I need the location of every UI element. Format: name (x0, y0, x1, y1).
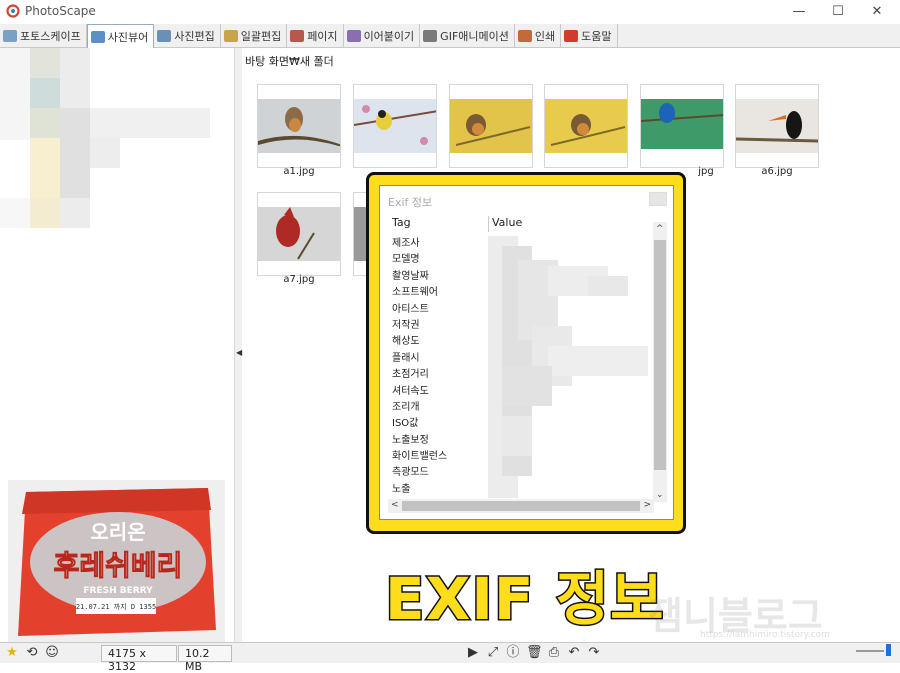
exif-info-window: Exif 정보 Tag Value 제조사 모델명 촬영날짜 소프트웨어 아티스트 저작권… (379, 185, 674, 520)
exif-window-title: Exif 정보 (388, 196, 433, 209)
close-icon: ✕ (871, 3, 883, 19)
scroll-thumb[interactable] (654, 240, 666, 470)
tab-5[interactable]: 이어붙이기 (343, 24, 421, 47)
rotate-left-icon[interactable]: ↶ (566, 645, 582, 661)
thumbnail-2[interactable] (353, 84, 437, 168)
tab-7[interactable]: 인쇄 (514, 24, 562, 47)
thumbnail-label: a7.jpg (283, 274, 315, 285)
scroll-thumb-horizontal[interactable] (402, 501, 640, 511)
thumbnail-image (736, 85, 818, 167)
tab-label: 포토스케이프 (20, 29, 81, 43)
preview-date: 21.07.21 까지 D 1355 (76, 602, 156, 611)
window-title: PhotoScape (25, 4, 96, 18)
tab-3[interactable]: 일괄편집 (220, 24, 288, 47)
tab-label: 도움말 (581, 29, 612, 43)
rotate-icon[interactable]: ⟲ (24, 645, 40, 661)
photo-preview: 오리온 후레쉬베리 FRESH BERRY 21.07.21 까지 D 1355 (8, 480, 225, 642)
slideshow-icon[interactable]: ▶ (465, 645, 481, 661)
watermark-url: https://iamhimiro.tistory.com (700, 630, 830, 640)
exif-highlight-frame: Exif 정보 Tag Value 제조사 모델명 촬영날짜 소프트웨어 아티스트 저작권… (366, 172, 686, 534)
zoom-slider-knob[interactable] (886, 644, 891, 656)
thumbnail-6[interactable] (735, 84, 819, 168)
preview-product: 후레쉬베리 (54, 549, 183, 582)
batch-icon (223, 29, 238, 42)
people-icon[interactable]: ☺ (44, 645, 60, 661)
tab-6[interactable]: GIF애니메이션 (420, 24, 515, 47)
thumbnail-3[interactable] (449, 84, 533, 168)
viewer-icon (90, 30, 105, 43)
gif-icon (423, 29, 438, 42)
status-bar: ★ ⟲ ☺ 4175 x 3132 10.2 MB ▶ ⤢ ⓘ 🗑 ⎙ ↶ ↷ (0, 642, 900, 673)
column-header-tag[interactable]: Tag (392, 216, 411, 229)
left-pane: 오리온 후레쉬베리 FRESH BERRY 21.07.21 까지 D 1355 (0, 48, 234, 642)
thumbnail-image (258, 193, 340, 275)
folder-path: 바탕 화면₩새 폴더 (245, 55, 334, 68)
combine-icon (346, 29, 361, 42)
exif-caption: EXIF 정보 (383, 564, 665, 635)
thumbnail-image (258, 85, 340, 167)
thumbnail-label: a6.jpg (761, 166, 793, 177)
exif-close-button[interactable] (649, 192, 667, 206)
thumbnail-1[interactable] (257, 84, 341, 168)
thumbnail-5[interactable] (640, 84, 724, 168)
tab-label: 이어붙이기 (363, 29, 415, 43)
preview-subtitle: FRESH BERRY (83, 586, 153, 596)
print-icon (517, 29, 532, 42)
thumbnail-image (450, 85, 532, 167)
tab-0[interactable]: 포토스케이프 (0, 24, 87, 47)
scroll-down-icon[interactable]: ⌄ (656, 490, 664, 500)
photoscape-logo-icon (6, 4, 20, 18)
preview-brand: 오리온 (90, 520, 145, 544)
scroll-left-icon[interactable]: < (391, 500, 399, 510)
editor-icon (157, 29, 172, 42)
folder-tree[interactable] (0, 48, 234, 468)
collapse-arrow-icon[interactable]: ◀ (236, 348, 242, 357)
star-icon[interactable]: ★ (4, 645, 20, 661)
page-icon (290, 29, 305, 42)
thumbnail-4[interactable] (544, 84, 628, 168)
minimize-icon: — (792, 3, 806, 19)
delete-icon[interactable]: 🗑 (526, 645, 543, 661)
print-icon[interactable]: ⎙ (546, 645, 562, 661)
tab-4[interactable]: 페이지 (287, 24, 344, 47)
main-tab-bar: 포토스케이프 사진뷰어 사진편집 일괄편집 페이지 이어붙이기 GIF애니메이션 인쇄 도움말 (0, 24, 900, 48)
tab-1[interactable]: 사진뷰어 (86, 24, 155, 48)
thumbnail-7[interactable] (257, 192, 341, 276)
exif-values-blurred (488, 236, 658, 498)
tab-label: 사진편집 (174, 29, 215, 43)
rotate-right-icon[interactable]: ↷ (586, 645, 602, 661)
zoom-slider-track[interactable] (856, 650, 884, 652)
thumbnail-image (545, 85, 627, 167)
info-icon[interactable]: ⓘ (505, 645, 521, 661)
maximize-icon: ☐ (832, 3, 844, 19)
tab-8[interactable]: 도움말 (561, 24, 618, 47)
thumbnail-label: a1.jpg (283, 166, 315, 177)
pane-splitter[interactable]: ◀ (234, 48, 242, 642)
tab-label: 사진뷰어 (107, 30, 149, 44)
exif-vertical-scrollbar[interactable]: ^ ⌄ (653, 222, 667, 502)
image-dimensions: 4175 x 3132 (101, 645, 177, 673)
tab-label: 페이지 (307, 29, 338, 43)
exif-table-header: Tag Value (388, 216, 668, 234)
fit-screen-icon[interactable]: ⤢ (485, 645, 501, 661)
tab-label: GIF애니메이션 (440, 29, 509, 43)
exif-horizontal-scrollbar[interactable]: < > (388, 499, 654, 513)
file-size: 10.2 MB (178, 645, 232, 673)
title-bar: PhotoScape — ☐ ✕ (0, 0, 900, 22)
scroll-up-icon[interactable]: ^ (656, 224, 664, 234)
help-icon (564, 29, 579, 42)
tab-2[interactable]: 사진편집 (154, 24, 221, 47)
tab-label: 일괄편집 (240, 29, 282, 43)
thumbnail-image (354, 85, 436, 167)
column-header-value[interactable]: Value (492, 216, 522, 229)
close-button[interactable]: ✕ (854, 0, 900, 22)
photoscape-icon (3, 29, 17, 42)
scroll-right-icon[interactable]: > (643, 500, 651, 510)
tab-label: 인쇄 (534, 29, 556, 43)
preview-image: 오리온 후레쉬베리 FRESH BERRY 21.07.21 까지 D 1355 (8, 480, 225, 642)
thumbnail-image (641, 85, 723, 167)
